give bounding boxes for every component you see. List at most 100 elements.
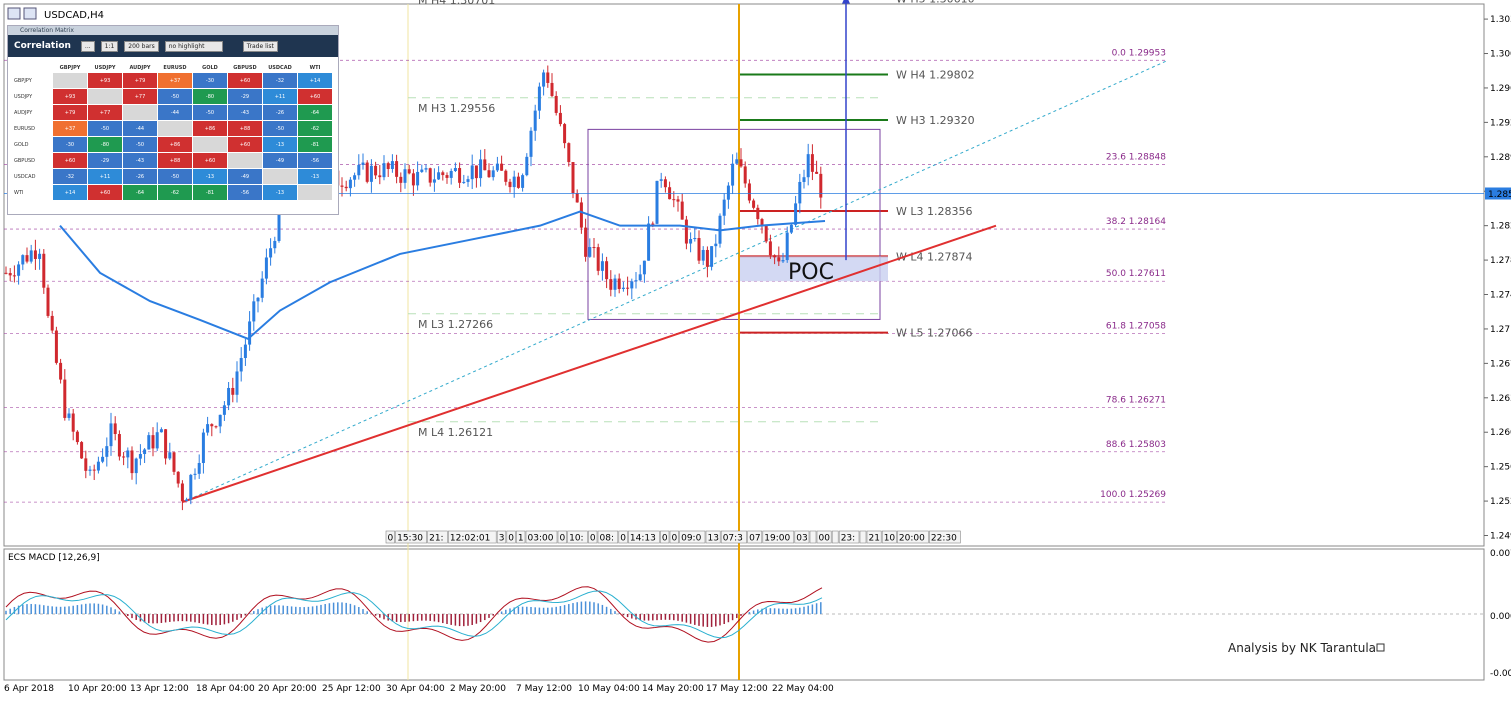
candle-body	[777, 257, 781, 262]
candle-body	[554, 95, 558, 113]
candle-body	[630, 281, 634, 289]
session-cell-label: 20:00	[899, 534, 925, 544]
candle-body	[88, 469, 92, 471]
time-axis-label: 14 May 20:00	[642, 684, 704, 694]
candle-body	[117, 434, 121, 457]
session-cell-label: 12:02:01	[450, 534, 490, 544]
candle-body	[546, 72, 550, 83]
price-axis-label: 1.25645	[1490, 463, 1511, 473]
candle-body	[382, 163, 386, 178]
candle-body	[735, 159, 739, 164]
macd-axis-label: 0.0072781	[1490, 549, 1511, 559]
corr-trade-list-button[interactable]: Trade list	[242, 40, 278, 52]
candle-body	[227, 387, 231, 406]
correlation-panel[interactable]: Correlation Matrix Correlation ... 1:1 2…	[7, 25, 339, 215]
session-cell-label: 0	[590, 534, 596, 544]
candle-body	[663, 179, 667, 188]
corr-cell: +77	[122, 88, 158, 105]
candle-body	[168, 452, 172, 459]
candle-body	[441, 172, 445, 176]
corr-cell: -13	[297, 168, 333, 185]
price-axis-label: 1.30025	[1490, 50, 1511, 60]
candle-body	[529, 130, 533, 157]
candle-body	[479, 159, 483, 179]
candle-body	[655, 180, 659, 224]
candle-body	[516, 176, 520, 188]
price-axis-label: 1.27105	[1490, 325, 1511, 335]
candle-body	[731, 163, 735, 186]
corr-row-label: EURUSD	[11, 120, 53, 137]
corr-cell: -80	[192, 88, 228, 105]
candle-body	[756, 207, 760, 220]
candle-body	[80, 442, 84, 459]
corr-cell: -81	[297, 136, 333, 153]
candle-body	[134, 458, 138, 474]
candle-body	[71, 413, 75, 432]
candle-body	[600, 261, 604, 271]
candle-body	[378, 175, 382, 178]
candle-body	[130, 450, 134, 474]
candle-body	[361, 162, 365, 165]
candle-body	[617, 278, 621, 289]
candle-body	[689, 238, 693, 244]
monthly-level-label: M H3 1.29556	[418, 102, 495, 115]
corr-cell: -49	[262, 152, 298, 169]
candle-body	[613, 278, 617, 290]
candle-body	[806, 154, 810, 178]
candle-body	[164, 429, 168, 459]
candle-body	[789, 224, 793, 233]
candle-body	[470, 165, 474, 180]
fibonacci-label: 100.0 1.25269	[1100, 490, 1166, 500]
time-axis-label: 17 May 12:00	[706, 684, 768, 694]
corr-cell: +60	[227, 136, 263, 153]
session-cell-label: 1	[518, 534, 524, 544]
candle-body	[592, 247, 596, 249]
price-axis-label: 1.28200	[1490, 222, 1511, 232]
candle-body	[420, 169, 424, 172]
candle-body	[487, 170, 491, 178]
corr-column-header: GBPJPY	[52, 62, 88, 73]
candle-body	[214, 426, 218, 428]
fibonacci-label: 50.0 1.27611	[1106, 269, 1166, 279]
candle-body	[781, 260, 785, 262]
corr-control-0[interactable]: ...	[80, 40, 95, 52]
corr-cell: +14	[297, 72, 333, 89]
corr-cell: +86	[192, 120, 228, 137]
candle-body	[605, 261, 609, 280]
corr-cell: +60	[192, 152, 228, 169]
corr-cell: -50	[122, 136, 158, 153]
fibonacci-label: 23.6 1.28848	[1106, 153, 1166, 163]
corr-cell: -62	[157, 184, 193, 201]
candle-body	[138, 454, 142, 459]
candle-body	[768, 241, 772, 256]
candle-body	[525, 156, 529, 176]
candle-body	[395, 161, 399, 177]
corr-cell: -43	[122, 152, 158, 169]
corr-control-bars[interactable]: 200 bars	[124, 40, 159, 52]
corr-cell: -26	[262, 104, 298, 121]
corr-cell: +37	[52, 120, 88, 137]
corr-row: USDJPY +93 +77 -50 -80 -29 +11 +60	[11, 88, 333, 105]
candle-body	[252, 301, 256, 322]
candle-body	[25, 255, 29, 262]
session-cell-label: 19:00	[764, 534, 790, 544]
corr-row-label: GOLD	[11, 136, 53, 153]
corr-row-label: GBPUSD	[11, 152, 53, 169]
corr-cell: -50	[262, 120, 298, 137]
macd-axis-label: -0.0067602	[1490, 669, 1511, 679]
weekly-level-label: W L4 1.27874	[896, 250, 972, 263]
candle-body	[365, 162, 369, 182]
corr-control-highlight[interactable]: no highlight	[164, 40, 223, 52]
price-axis-label: 1.26740	[1490, 359, 1511, 369]
candle-body	[462, 181, 466, 183]
time-axis-label: 2 May 20:00	[450, 684, 506, 694]
candle-body	[621, 287, 625, 289]
candle-body	[710, 246, 714, 267]
candle-body	[701, 249, 705, 261]
price-axis-label: 1.28930	[1490, 153, 1511, 163]
corr-control-ratio[interactable]: 1:1	[100, 40, 119, 52]
candle-body	[176, 471, 180, 484]
monthly-level-label: M H4 1.30701	[418, 0, 495, 7]
current-price-label: 1.28541	[1488, 190, 1511, 200]
corr-cell: -56	[227, 184, 263, 201]
